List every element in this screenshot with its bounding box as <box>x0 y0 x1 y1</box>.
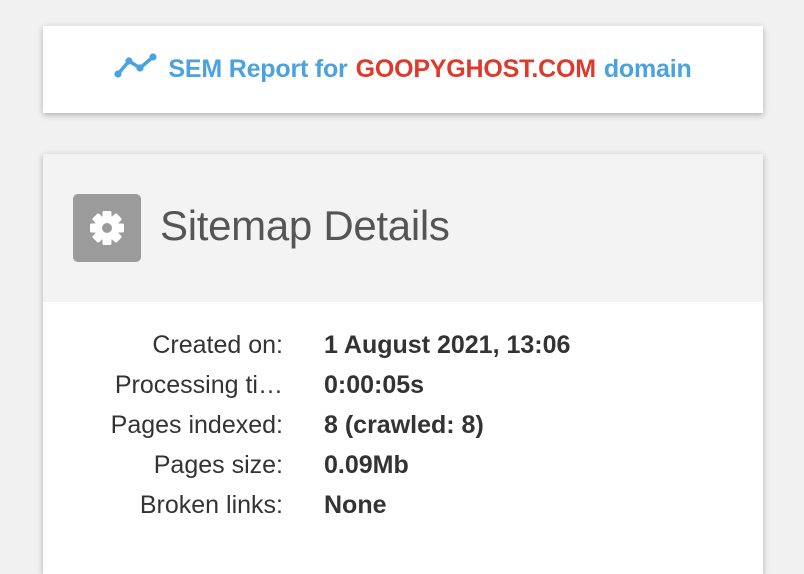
detail-label: Pages size: <box>153 450 283 479</box>
detail-row-pages-size: Pages size: 0.09Mb <box>43 445 763 485</box>
detail-value: 0:00:05s <box>324 370 425 399</box>
gear-icon <box>73 194 141 262</box>
detail-row-created-on: Created on: 1 August 2021, 13:06 <box>43 325 763 365</box>
detail-label: Processing ti… <box>114 370 283 399</box>
detail-row-processing-time: Processing ti… 0:00:05s <box>43 365 763 405</box>
sitemap-details-header: Sitemap Details <box>43 154 763 302</box>
detail-value: 1 August 2021, 13:06 <box>324 330 571 359</box>
detail-value: 8 (crawled: 8) <box>324 410 484 439</box>
detail-row-broken-links: Broken links: None <box>43 485 763 525</box>
sitemap-details-title: Sitemap Details <box>160 202 450 249</box>
detail-value: None <box>324 490 387 519</box>
detail-value: 0.09Mb <box>324 450 409 479</box>
report-header-card: SEM Report for GOOPYGHOST.COM domain <box>43 26 763 113</box>
report-title: SEM Report for GOOPYGHOST.COM domain <box>114 52 692 87</box>
trend-line-icon <box>114 52 168 87</box>
sitemap-details-list: Created on: 1 August 2021, 13:06 Process… <box>43 302 763 525</box>
detail-label: Created on: <box>152 330 283 359</box>
detail-label: Pages indexed: <box>110 410 283 439</box>
detail-label: Broken links: <box>139 490 283 519</box>
report-title-suffix: domain <box>603 55 692 83</box>
report-title-prefix: SEM Report for <box>168 55 348 83</box>
sitemap-details-card: Sitemap Details Created on: 1 August 202… <box>43 154 763 574</box>
detail-row-pages-indexed: Pages indexed: 8 (crawled: 8) <box>43 405 763 445</box>
report-domain-name: GOOPYGHOST.COM <box>355 55 596 83</box>
